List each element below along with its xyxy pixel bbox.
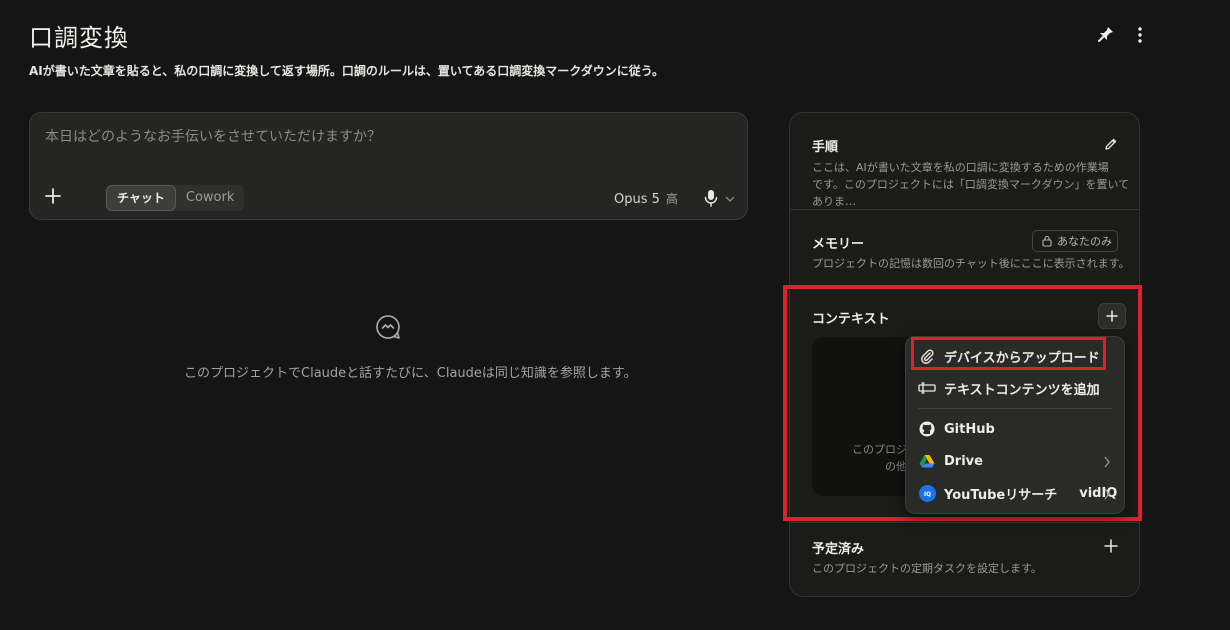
vidiq-icon: IQ: [918, 484, 936, 502]
pin-icon[interactable]: [1097, 25, 1115, 45]
chevron-down-icon[interactable]: [725, 195, 735, 203]
add-scheduled-icon[interactable]: [1104, 539, 1118, 553]
lock-icon: [1042, 235, 1052, 247]
menu-item-youtube-research[interactable]: IQ YouTubeリサーチ vidIQ: [918, 482, 1117, 504]
instructions-desc-line2: です。このプロジェクトには「口調変換マークダウン」を置いてありま…: [812, 178, 1130, 208]
section-divider: [790, 522, 1139, 523]
memory-desc: プロジェクトの記憶は数回のチャット後にここに表示されます。: [812, 257, 1130, 270]
menu-item-add-text[interactable]: テキストコンテンツを追加: [918, 377, 1100, 399]
microphone-icon[interactable]: [703, 189, 719, 207]
scheduled-desc: このプロジェクトの定期タスクを設定します。: [812, 562, 1042, 575]
github-icon: [918, 420, 936, 438]
memory-badge-label: あなたのみ: [1057, 235, 1112, 248]
more-options-icon[interactable]: [1131, 25, 1149, 45]
svg-text:IQ: IQ: [923, 491, 930, 498]
edit-icon[interactable]: [1104, 137, 1118, 151]
model-name: Opus 5: [614, 192, 660, 207]
menu-item-youtube-label: YouTubeリサーチ: [944, 487, 1058, 503]
mode-chat-tab[interactable]: チャット: [106, 185, 176, 211]
menu-item-github-label: GitHub: [944, 421, 995, 437]
composer-input[interactable]: 本日はどのようなお手伝いをさせていただけますか？: [45, 126, 381, 146]
menu-divider: [918, 408, 1112, 409]
upload-highlight-box: [911, 337, 1106, 370]
instructions-title: 手順: [812, 140, 839, 155]
page-subtitle: AIが書いた文章を貼ると、私の口調に変換して返す場所。口調のルールは、置いてある…: [29, 64, 664, 78]
model-selector[interactable]: Opus 5 高: [614, 190, 678, 207]
menu-item-github[interactable]: GitHub: [918, 418, 995, 440]
instructions-desc-line1: ここは、AIが書いた文章を私の口調に変換するための作業場: [812, 161, 1109, 174]
chat-bubble-icon: [376, 315, 400, 339]
page-title: 口調変換: [29, 24, 129, 52]
mode-cowork-tab[interactable]: Cowork: [176, 185, 245, 211]
scheduled-title: 予定済み: [812, 542, 865, 557]
chevron-right-icon: [1104, 456, 1110, 468]
model-effort: 高: [665, 192, 678, 206]
menu-item-drive[interactable]: Drive: [918, 450, 983, 472]
chat-composer[interactable]: 本日はどのようなお手伝いをさせていただけますか？ チャット Cowork Opu…: [29, 112, 748, 220]
empty-state-text: このプロジェクトでClaudeと話すたびに、Claudeは同じ知識を参照します。: [184, 366, 637, 381]
text-content-icon: [918, 379, 936, 397]
menu-item-vidiq-label: vidIQ: [1079, 485, 1118, 501]
menu-item-add-text-label: テキストコンテンツを追加: [944, 382, 1100, 398]
memory-private-badge: あなたのみ: [1032, 230, 1118, 252]
chevron-right-icon: [1104, 488, 1110, 500]
google-drive-icon: [918, 452, 936, 470]
section-divider: [790, 209, 1139, 210]
memory-title: メモリー: [812, 237, 865, 252]
menu-item-drive-label: Drive: [944, 453, 983, 469]
add-attachment-icon[interactable]: [44, 187, 62, 205]
mode-switcher[interactable]: チャット Cowork: [106, 185, 245, 211]
